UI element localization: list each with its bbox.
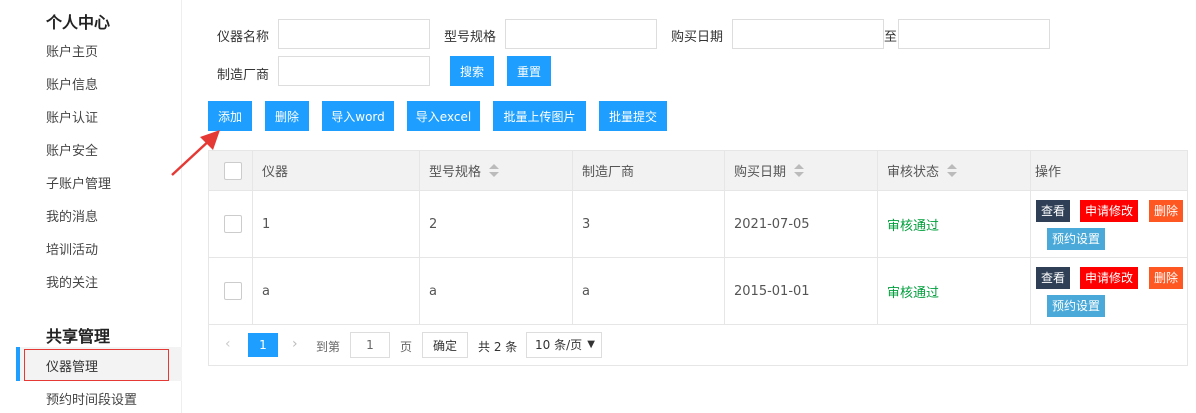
cell-actions: 查看 申请修改 删除 预约设置	[1031, 258, 1187, 324]
date-end-input[interactable]	[898, 19, 1050, 49]
sidebar-item-account-security[interactable]: 账户安全	[46, 140, 98, 159]
cell-manufacturer: a	[573, 258, 725, 324]
cell-purchase-date: 2015-01-01	[725, 258, 878, 324]
next-page-icon[interactable]: ›	[292, 336, 298, 352]
header-actions: 操作	[1031, 151, 1187, 190]
sidebar-item-label: 仪器管理	[46, 360, 99, 375]
delete-row-button[interactable]: 删除	[1149, 267, 1184, 289]
manufacturer-input[interactable]	[278, 56, 430, 86]
sort-icon[interactable]	[489, 163, 500, 178]
page-unit-label: 页	[400, 340, 413, 354]
page-size-value: 10 条/页	[535, 338, 583, 352]
header-model[interactable]: 型号规格	[420, 151, 573, 190]
delete-row-button[interactable]: 删除	[1149, 200, 1184, 222]
header-purchase-date[interactable]: 购买日期	[725, 151, 878, 190]
cell-actions: 查看 申请修改 删除 预约设置	[1031, 191, 1187, 257]
sidebar-item-sub-accounts[interactable]: 子账户管理	[46, 173, 111, 192]
header-label: 制造厂商	[582, 165, 635, 180]
row-checkbox-cell	[209, 191, 253, 257]
header-review-status[interactable]: 审核状态	[878, 151, 1031, 190]
header-label: 操作	[1035, 165, 1062, 180]
header-checkbox-cell	[209, 151, 253, 190]
header-label: 购买日期	[734, 165, 787, 180]
personal-center-title: 个人中心	[46, 13, 111, 32]
instrument-name-label: 仪器名称	[217, 30, 270, 45]
row-checkbox-cell	[209, 258, 253, 324]
delete-button[interactable]: 删除	[265, 101, 309, 131]
model-input[interactable]	[505, 19, 657, 49]
total-count: 共 2 条	[478, 340, 518, 354]
instrument-table: 仪器 型号规格 制造厂商 购买日期 审核状态 操作 1 2 3 2021-07-…	[208, 150, 1188, 366]
manufacturer-label: 制造厂商	[217, 68, 270, 83]
purchase-date-label: 购买日期	[671, 30, 724, 45]
request-edit-button[interactable]: 申请修改	[1080, 267, 1139, 289]
header-label: 型号规格	[429, 165, 482, 180]
request-edit-button[interactable]: 申请修改	[1080, 200, 1139, 222]
header-instrument: 仪器	[253, 151, 420, 190]
goto-label: 到第	[316, 340, 341, 354]
page-input[interactable]	[350, 332, 390, 358]
booking-settings-button[interactable]: 预约设置	[1047, 228, 1106, 250]
cell-manufacturer: 3	[573, 191, 725, 257]
select-all-checkbox[interactable]	[224, 161, 242, 180]
sidebar-item-following[interactable]: 我的关注	[46, 272, 98, 291]
sidebar-item-training[interactable]: 培训活动	[46, 239, 98, 258]
model-label: 型号规格	[444, 30, 497, 45]
cell-model: 2	[420, 191, 573, 257]
reset-button[interactable]: 重置	[507, 56, 551, 86]
booking-settings-button[interactable]: 预约设置	[1047, 295, 1106, 317]
sort-icon[interactable]	[794, 163, 805, 178]
table-row: 1 2 3 2021-07-05 审核通过 查看 申请修改 删除 预约设置	[209, 191, 1187, 258]
sidebar-item-booking-slots[interactable]: 预约时间段设置	[46, 389, 137, 408]
import-excel-button[interactable]: 导入excel	[407, 101, 480, 131]
pagination: ‹ 1 › 到第 页 确定 共 2 条 10 条/页 ▼	[209, 325, 1187, 365]
date-start-input[interactable]	[732, 19, 884, 49]
sidebar-item-account-auth[interactable]: 账户认证	[46, 107, 98, 126]
header-label: 审核状态	[887, 165, 940, 180]
sidebar-item-account-home[interactable]: 账户主页	[46, 41, 98, 60]
sidebar-item-messages[interactable]: 我的消息	[46, 206, 98, 225]
confirm-page-button[interactable]: 确定	[422, 332, 468, 358]
view-button[interactable]: 查看	[1036, 267, 1071, 289]
page-number-current[interactable]: 1	[248, 333, 278, 357]
instrument-name-input[interactable]	[278, 19, 430, 49]
share-management-title: 共享管理	[46, 327, 111, 346]
page-size-select[interactable]: 10 条/页 ▼	[526, 332, 602, 358]
sort-icon[interactable]	[947, 163, 958, 178]
cell-model: a	[420, 258, 573, 324]
sidebar-item-instrument-management[interactable]: 仪器管理	[16, 347, 182, 381]
cell-review-status: 审核通过	[878, 258, 1031, 324]
header-label: 仪器	[262, 165, 289, 180]
chevron-down-icon: ▼	[587, 339, 595, 350]
batch-upload-images-button[interactable]: 批量上传图片	[493, 101, 586, 131]
sidebar-item-account-info[interactable]: 账户信息	[46, 74, 98, 93]
table-header: 仪器 型号规格 制造厂商 购买日期 审核状态 操作	[209, 151, 1187, 191]
row-checkbox[interactable]	[224, 215, 242, 233]
view-button[interactable]: 查看	[1036, 200, 1071, 222]
cell-purchase-date: 2021-07-05	[725, 191, 878, 257]
sidebar: 个人中心 账户主页 账户信息 账户认证 账户安全 子账户管理 我的消息 培训活动…	[0, 0, 182, 413]
search-button[interactable]: 搜索	[450, 56, 494, 86]
table-row: a a a 2015-01-01 审核通过 查看 申请修改 删除 预约设置	[209, 258, 1187, 325]
date-to-label: 至	[884, 30, 898, 45]
header-manufacturer: 制造厂商	[573, 151, 725, 190]
prev-page-icon[interactable]: ‹	[225, 336, 231, 352]
row-checkbox[interactable]	[224, 282, 242, 300]
import-word-button[interactable]: 导入word	[322, 101, 394, 131]
batch-submit-button[interactable]: 批量提交	[599, 101, 667, 131]
cell-instrument: 1	[253, 191, 420, 257]
cell-review-status: 审核通过	[878, 191, 1031, 257]
cell-instrument: a	[253, 258, 420, 324]
